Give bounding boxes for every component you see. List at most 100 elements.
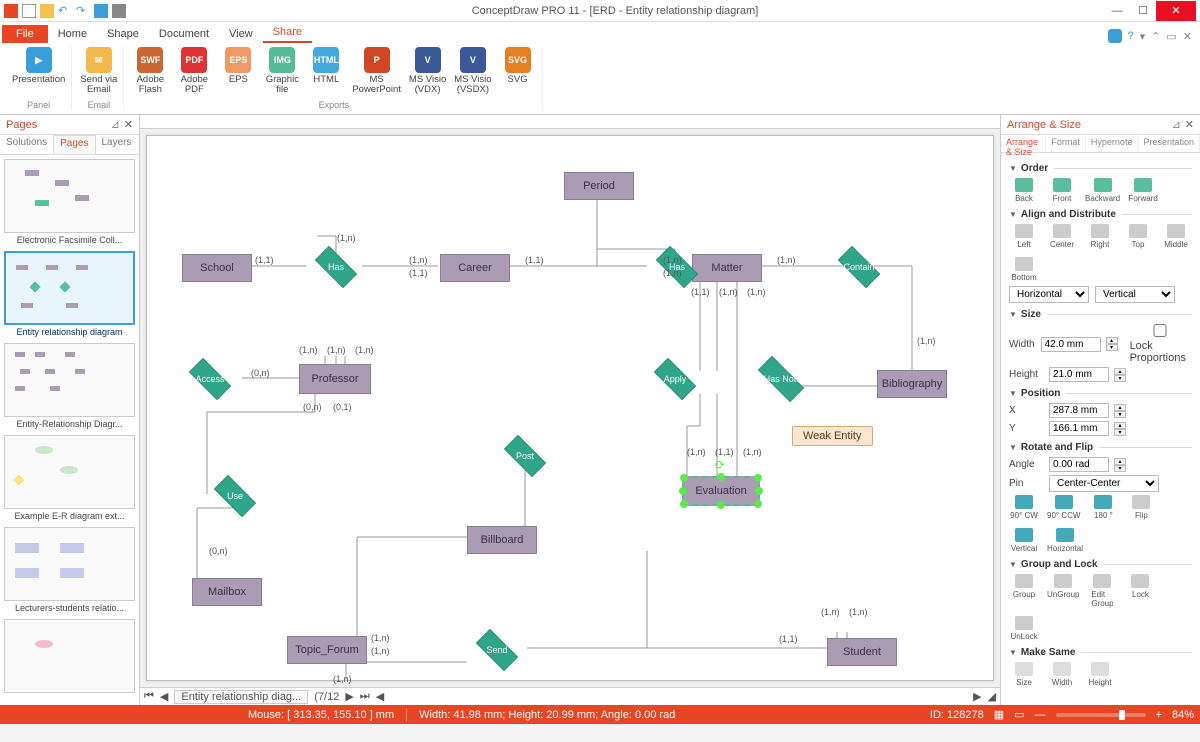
thumb-1[interactable]: Entity relationship diagram xyxy=(4,251,135,337)
entity-bibliography[interactable]: Bibliography xyxy=(877,370,947,398)
sec-group[interactable]: Group and Lock xyxy=(1009,559,1192,570)
sec-align[interactable]: Align and Distribute xyxy=(1009,209,1192,220)
rotate-ccw-button[interactable]: 90° CCW xyxy=(1047,495,1080,520)
edit-group-button[interactable]: Edit Group xyxy=(1087,574,1117,608)
share-tab[interactable]: Share xyxy=(263,23,312,43)
rp-tab-format[interactable]: Format xyxy=(1046,135,1086,152)
rotate-handle-icon[interactable]: ⟳ xyxy=(715,458,725,472)
doc-tab[interactable]: Entity relationship diag... xyxy=(174,690,308,704)
rel-access[interactable]: Access xyxy=(182,365,238,393)
zoom-out-icon[interactable]: — xyxy=(1035,709,1046,721)
height-input[interactable] xyxy=(1049,367,1109,382)
maximize-button[interactable]: ☐ xyxy=(1130,1,1156,21)
align-top-button[interactable]: Top xyxy=(1123,224,1153,249)
save-icon[interactable] xyxy=(94,4,108,18)
entity-career[interactable]: Career xyxy=(440,254,510,282)
file-tab[interactable]: File xyxy=(2,25,48,43)
entity-billboard[interactable]: Billboard xyxy=(467,526,537,554)
zoom-slider[interactable] xyxy=(1056,713,1146,717)
sec-size[interactable]: Size xyxy=(1009,309,1192,320)
align-left-button[interactable]: Left xyxy=(1009,224,1039,249)
close-right-panel-icon[interactable]: ✕ xyxy=(1185,118,1194,131)
presentation-button[interactable]: ▶ Presentation xyxy=(12,47,65,85)
entity-period[interactable]: Period xyxy=(564,172,634,200)
entity-student[interactable]: Student xyxy=(827,638,897,666)
same-size-button[interactable]: Size xyxy=(1009,662,1039,687)
sec-same[interactable]: Make Same xyxy=(1009,647,1192,658)
export-svg-button[interactable]: SVGSVG xyxy=(500,47,536,96)
entity-mailbox[interactable]: Mailbox xyxy=(192,578,262,606)
send-email-button[interactable]: ✉ Send via Email xyxy=(80,47,117,96)
undo-icon[interactable]: ↶ xyxy=(58,4,72,18)
same-width-button[interactable]: Width xyxy=(1047,662,1077,687)
document-tab[interactable]: Document xyxy=(149,25,219,43)
export-pdf-button[interactable]: PDFAdobe PDF xyxy=(176,47,212,96)
view-tab[interactable]: View xyxy=(219,25,263,43)
spin-down-icon[interactable]: ▾ xyxy=(1106,344,1118,351)
entity-topic[interactable]: Topic_Forum xyxy=(287,636,367,664)
rotate-cw-button[interactable]: 90° CW xyxy=(1009,495,1039,520)
order-forward-button[interactable]: Forward xyxy=(1128,178,1158,203)
ungroup-button[interactable]: UnGroup xyxy=(1047,574,1079,608)
close-button[interactable]: ✕ xyxy=(1156,1,1196,21)
cloud-icon[interactable] xyxy=(1108,29,1122,43)
distribute-vertical-select[interactable]: Vertical xyxy=(1095,286,1175,303)
flip-horizontal-button[interactable]: Horizontal xyxy=(1047,528,1083,553)
rel-apply[interactable]: Apply xyxy=(647,365,703,393)
pos-y-input[interactable] xyxy=(1049,421,1109,436)
rel-send[interactable]: Send xyxy=(469,636,525,664)
close-panel-icon[interactable]: ✕ xyxy=(124,118,133,131)
print-icon[interactable] xyxy=(112,4,126,18)
export-flash-button[interactable]: SWFAdobe Flash xyxy=(132,47,168,96)
rel-post[interactable]: Post xyxy=(497,442,553,470)
thumb-0[interactable]: Electronic Facsimile Coll... xyxy=(4,159,135,245)
rp-tab-hypernote[interactable]: Hypernote xyxy=(1086,135,1139,152)
order-front-button[interactable]: Front xyxy=(1047,178,1077,203)
align-center-button[interactable]: Center xyxy=(1047,224,1077,249)
tab-layers[interactable]: Layers xyxy=(96,135,138,154)
pin-select[interactable]: Center-Center xyxy=(1049,475,1159,492)
sec-order[interactable]: Order xyxy=(1009,163,1192,174)
entity-professor[interactable]: Professor xyxy=(299,364,371,394)
order-backward-button[interactable]: Backward xyxy=(1085,178,1120,203)
order-back-button[interactable]: Back xyxy=(1009,178,1039,203)
export-vdx-button[interactable]: VMS Visio (VDX) xyxy=(409,47,446,96)
nav-next-icon[interactable]: ▶ xyxy=(345,690,353,703)
align-middle-button[interactable]: Middle xyxy=(1161,224,1191,249)
lock-proportions-checkbox[interactable] xyxy=(1130,324,1190,337)
view-mode-icon[interactable]: ▭ xyxy=(1014,708,1024,721)
tab-pages[interactable]: Pages xyxy=(53,135,95,154)
thumb-4[interactable]: Lecturers-students relatio... xyxy=(4,527,135,613)
sec-rotate[interactable]: Rotate and Flip xyxy=(1009,442,1192,453)
nav-prev-icon[interactable]: ◀ xyxy=(160,690,168,703)
help-icon[interactable]: ? xyxy=(1128,30,1134,42)
entity-evaluation[interactable]: Evaluation ⟳ xyxy=(682,476,760,506)
dropdown-icon[interactable]: ▾ xyxy=(1140,30,1146,43)
distribute-horizontal-select[interactable]: Horizontal xyxy=(1009,286,1089,303)
align-bottom-button[interactable]: Bottom xyxy=(1009,257,1039,282)
home-tab[interactable]: Home xyxy=(48,25,97,43)
new-icon[interactable] xyxy=(22,4,36,18)
export-eps-button[interactable]: EPSEPS xyxy=(220,47,256,96)
export-html-button[interactable]: HTMLHTML xyxy=(308,47,344,96)
redo-icon[interactable]: ↷ xyxy=(76,4,90,18)
rp-tab-arrange[interactable]: Arrange & Size xyxy=(1001,135,1046,152)
rel-has1[interactable]: Has xyxy=(308,253,364,281)
shape-tab[interactable]: Shape xyxy=(97,25,149,43)
restore-icon[interactable]: ▭ xyxy=(1166,30,1176,43)
min-pane-icon[interactable]: ⌃ xyxy=(1151,30,1160,43)
close-pane-icon[interactable]: ✕ xyxy=(1183,30,1192,43)
diagram-canvas[interactable]: Period School Career Matter Professor Bi… xyxy=(146,135,994,681)
flip-button[interactable]: Flip xyxy=(1126,495,1156,520)
minimize-button[interactable]: — xyxy=(1104,1,1130,21)
unlock-button[interactable]: UnLock xyxy=(1009,616,1039,641)
scroll-left-icon[interactable]: ◀ xyxy=(376,690,384,703)
tab-solutions[interactable]: Solutions xyxy=(0,135,53,154)
rel-ithasnotes[interactable]: It Has Notes xyxy=(749,365,813,393)
width-input[interactable] xyxy=(1041,337,1101,352)
angle-input[interactable] xyxy=(1049,457,1109,472)
export-vsdx-button[interactable]: VMS Visio (VSDX) xyxy=(454,47,491,96)
open-icon[interactable] xyxy=(40,4,54,18)
rel-contain[interactable]: Contain xyxy=(831,253,887,281)
export-ppt-button[interactable]: PMS PowerPoint xyxy=(352,47,401,96)
